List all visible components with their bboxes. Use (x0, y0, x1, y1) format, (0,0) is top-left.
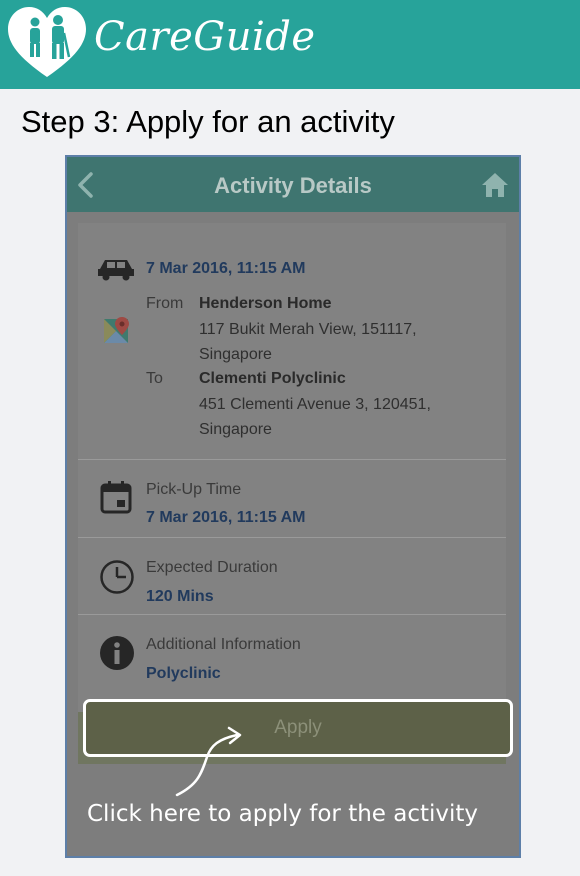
app-bar: Activity Details (67, 157, 519, 212)
from-address-line2: Singapore (199, 346, 272, 363)
to-label: To (146, 370, 163, 387)
apply-button[interactable]: Apply (83, 699, 513, 757)
car-icon (98, 260, 134, 281)
divider (78, 459, 506, 460)
calendar-icon (100, 481, 132, 514)
to-address-line1: 451 Clementi Avenue 3, 120451, (199, 396, 431, 413)
hint-text: Click here to apply for the activity (87, 801, 479, 827)
divider (78, 614, 506, 615)
info-icon (100, 636, 134, 670)
info-value: Polyclinic (146, 665, 221, 682)
divider (78, 537, 506, 538)
duration-label: Expected Duration (146, 559, 278, 576)
brand-header: CareGuide (0, 0, 580, 89)
to-address: 451 Clementi Avenue 3, 120451, Singapore (199, 392, 431, 442)
from-address: 117 Bukit Merah View, 151117, Singapore (199, 317, 417, 367)
page-title: Step 3: Apply for an activity (21, 104, 395, 139)
home-icon[interactable] (481, 171, 509, 199)
activity-card: 7 Mar 2016, 11:15 AM From Henderson Home… (78, 223, 506, 763)
pickup-label: Pick-Up Time (146, 481, 242, 498)
to-address-line2: Singapore (199, 421, 272, 438)
hint-arrow-icon (175, 726, 242, 797)
brand-name: CareGuide (94, 14, 316, 60)
phone-screen: Activity Details 7 Mar 2016, 11:15 AM Fr… (65, 155, 521, 858)
from-label: From (146, 295, 184, 312)
from-address-line1: 117 Bukit Merah View, 151117, (199, 321, 417, 338)
clock-icon (100, 560, 134, 594)
heart-family-icon (8, 7, 86, 77)
from-name: Henderson Home (199, 295, 332, 312)
trip-datetime: 7 Mar 2016, 11:15 AM (146, 260, 306, 277)
to-name: Clementi Polyclinic (199, 370, 346, 387)
duration-value: 120 Mins (146, 588, 214, 605)
pickup-value: 7 Mar 2016, 11:15 AM (146, 509, 306, 526)
info-label: Additional Information (146, 636, 301, 653)
screen-title: Activity Details (214, 173, 372, 198)
maps-icon[interactable] (103, 316, 131, 344)
